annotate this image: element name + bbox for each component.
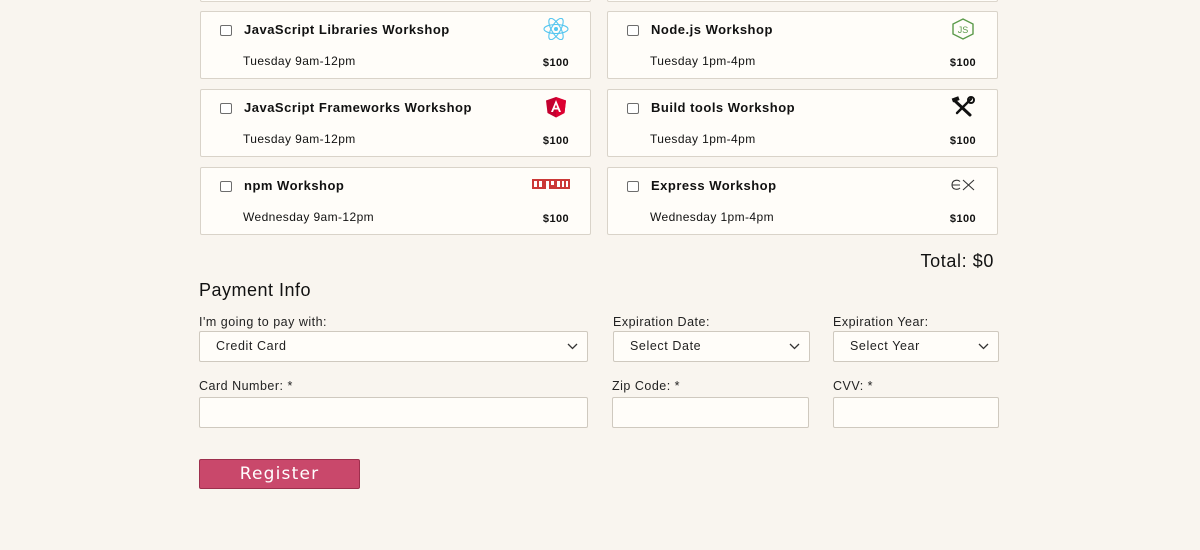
- workshop-checkbox[interactable]: [627, 181, 639, 192]
- workshop-card-javascript-frameworks[interactable]: JavaScript Frameworks Workshop Tuesday 9…: [200, 89, 591, 157]
- workshop-checkbox[interactable]: [627, 25, 639, 36]
- workshop-price: $100: [542, 57, 569, 69]
- payment-method-value: Credit Card: [216, 339, 287, 353]
- expiration-year-label: Expiration Year:: [833, 315, 929, 329]
- payment-method-select[interactable]: Credit Card: [199, 331, 588, 362]
- workshop-card-javascript-libraries[interactable]: JavaScript Libraries Workshop Tuesday 9a…: [200, 11, 591, 79]
- workshop-title: JavaScript Libraries Workshop: [244, 22, 450, 37]
- workshop-title: npm Workshop: [244, 178, 345, 193]
- workshop-price: $100: [949, 57, 976, 69]
- previous-card-edge: [607, 0, 998, 2]
- expiration-year-select[interactable]: Select Year: [833, 331, 999, 362]
- workshop-time: Tuesday 1pm-4pm: [650, 54, 756, 68]
- workshop-checkbox[interactable]: [220, 103, 232, 114]
- expiration-date-value: Select Date: [630, 339, 702, 353]
- workshop-time: Tuesday 9am-12pm: [243, 54, 356, 68]
- workshop-title: Node.js Workshop: [651, 22, 773, 37]
- payment-method-label: I'm going to pay with:: [199, 315, 328, 329]
- registration-page: JavaScript Libraries Workshop Tuesday 9a…: [0, 0, 1200, 550]
- workshop-time: Wednesday 9am-12pm: [243, 210, 375, 224]
- workshop-time: Wednesday 1pm-4pm: [650, 210, 774, 224]
- workshop-time: Tuesday 9am-12pm: [243, 132, 356, 146]
- expiration-date-select[interactable]: Select Date: [613, 331, 810, 362]
- workshop-checkbox[interactable]: [220, 181, 232, 192]
- workshop-title: Express Workshop: [651, 178, 777, 193]
- card-number-input[interactable]: [199, 397, 588, 428]
- nodejs-icon: JS: [948, 18, 978, 40]
- card-number-label: Card Number: *: [199, 379, 293, 393]
- register-button[interactable]: Register: [199, 459, 360, 489]
- angular-icon: [541, 96, 571, 118]
- chevron-down-icon: [789, 343, 800, 350]
- svg-text:JS: JS: [958, 25, 969, 35]
- workshop-checkbox[interactable]: [627, 103, 639, 114]
- previous-card-edge: [200, 0, 591, 2]
- npm-icon: [531, 174, 571, 196]
- tools-icon: [948, 96, 978, 118]
- workshop-price: $100: [949, 135, 976, 147]
- workshop-card-npm[interactable]: npm Workshop Wednesday 9am-12pm $100: [200, 167, 591, 235]
- workshop-price: $100: [542, 135, 569, 147]
- workshop-price: $100: [949, 213, 976, 225]
- cvv-input[interactable]: [833, 397, 999, 428]
- payment-info-heading: Payment Info: [199, 280, 312, 300]
- cvv-label: CVV: *: [833, 379, 874, 393]
- expiration-year-value: Select Year: [850, 339, 920, 353]
- chevron-down-icon: [978, 343, 989, 350]
- workshop-title: Build tools Workshop: [651, 100, 796, 115]
- workshop-title: JavaScript Frameworks Workshop: [244, 100, 472, 115]
- express-icon: [948, 174, 978, 196]
- zip-code-input[interactable]: [612, 397, 809, 428]
- react-icon: [541, 18, 571, 40]
- expiration-date-label: Expiration Date:: [613, 315, 710, 329]
- total-price: Total: $0: [920, 251, 994, 271]
- workshop-price: $100: [542, 213, 569, 225]
- workshop-card-nodejs[interactable]: Node.js Workshop Tuesday 1pm-4pm $100 JS: [607, 11, 998, 79]
- workshop-checkbox[interactable]: [220, 25, 232, 36]
- chevron-down-icon: [567, 343, 578, 350]
- zip-code-label: Zip Code: *: [612, 379, 681, 393]
- workshop-time: Tuesday 1pm-4pm: [650, 132, 756, 146]
- workshop-card-build-tools[interactable]: Build tools Workshop Tuesday 1pm-4pm $10…: [607, 89, 998, 157]
- workshop-card-express[interactable]: Express Workshop Wednesday 1pm-4pm $100: [607, 167, 998, 235]
